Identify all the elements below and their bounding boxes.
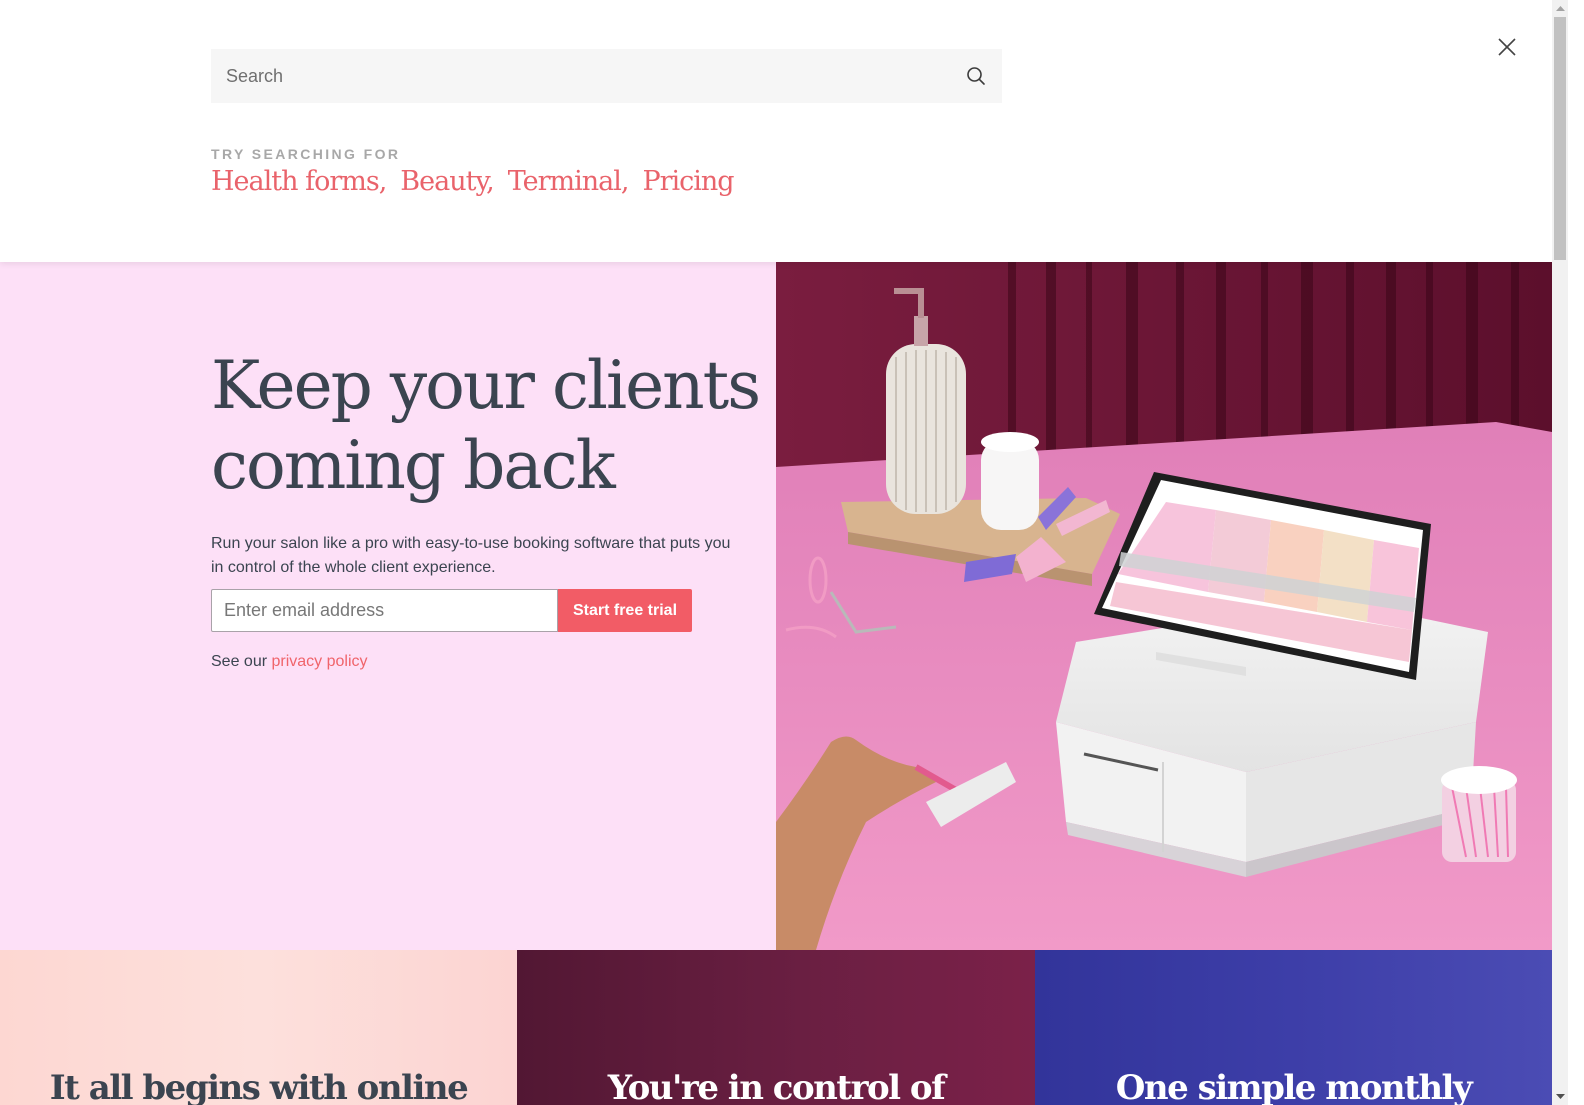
search-suggestions: Health forms, Beauty, Terminal, Pricing [211,166,748,197]
feature-card[interactable]: You're in control of [517,950,1035,1105]
suggestion-terminal[interactable]: Terminal, [508,166,630,197]
search-box [211,49,1002,103]
cotton-buds-jar [1441,766,1517,862]
feature-cards: It all begins with online You're in cont… [0,950,1552,1105]
signup-form: Start free trial [211,589,692,632]
vertical-scrollbar[interactable] [1552,0,1568,1105]
hero-heading-line1: Keep your clients [211,347,761,424]
start-free-trial-button[interactable]: Start free trial [558,589,692,632]
feature-card[interactable]: It all begins with online [0,950,517,1105]
email-input[interactable] [211,589,558,632]
privacy-prefix: See our [211,653,272,670]
triangle-up-icon [1555,6,1565,11]
suggestion-beauty[interactable]: Beauty, [400,166,494,197]
hero-image [776,262,1552,950]
salon-pos-photo [776,262,1552,950]
triangle-down-icon [1555,1094,1565,1099]
hero-section: Keep your clients coming back Run your s… [0,262,1568,950]
privacy-note: See our privacy policy [211,653,368,671]
card-title: You're in control of [607,1068,946,1105]
suggestion-health-forms[interactable]: Health forms, [211,166,387,197]
hero-content: Keep your clients coming back Run your s… [0,262,776,950]
privacy-policy-link[interactable]: privacy policy [271,653,367,670]
hero-heading-line2: coming back [211,427,616,504]
scroll-up-arrow[interactable] [1552,0,1568,17]
card-title: It all begins with online [49,1068,469,1105]
close-search-button[interactable] [1494,34,1520,60]
try-searching-label: TRY SEARCHING FOR [211,146,401,162]
close-icon [1498,38,1516,56]
scroll-down-arrow[interactable] [1552,1088,1568,1105]
hero-heading: Keep your clients coming back [211,346,771,506]
card-title: One simple monthly [1115,1068,1473,1105]
search-overlay: TRY SEARCHING FOR Health forms, Beauty, … [0,0,1552,262]
scrollbar-thumb[interactable] [1554,17,1566,260]
feature-card[interactable]: One simple monthly [1035,950,1552,1105]
cotton-pads [981,432,1039,530]
search-input[interactable] [211,49,950,103]
search-icon[interactable] [950,49,1002,103]
suggestion-pricing[interactable]: Pricing [642,166,734,197]
hero-description: Run your salon like a pro with easy-to-u… [211,535,731,576]
